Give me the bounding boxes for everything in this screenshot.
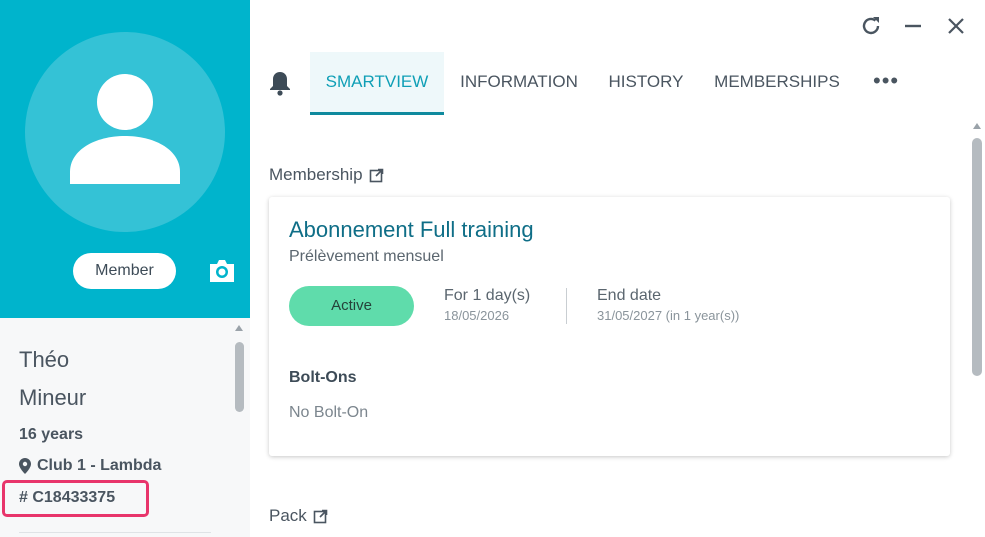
- scroll-up-arrow-icon[interactable]: [973, 123, 981, 129]
- boltons-empty-text: No Bolt-On: [289, 404, 369, 421]
- scroll-up-arrow-icon[interactable]: [235, 325, 243, 331]
- bell-icon[interactable]: [268, 70, 292, 96]
- camera-icon[interactable]: [207, 257, 237, 285]
- tab-smartview[interactable]: SMARTVIEW: [310, 52, 444, 115]
- member-id: # C18433375: [19, 489, 116, 506]
- minimize-icon[interactable]: [901, 14, 925, 38]
- boltons-title: Bolt-Ons: [289, 369, 357, 386]
- user-avatar-icon[interactable]: [25, 32, 225, 232]
- tab-memberships[interactable]: MEMBERSHIPS: [706, 52, 848, 115]
- close-icon[interactable]: [944, 14, 968, 38]
- club-name: Club 1 - Lambda: [37, 457, 162, 474]
- end-date-value: 31/05/2027 (in 1 year(s)): [597, 308, 740, 323]
- plan-subtitle: Prélèvement mensuel: [289, 248, 444, 265]
- main-scrollbar-thumb[interactable]: [972, 138, 982, 376]
- external-link-icon[interactable]: [369, 168, 384, 183]
- period-date: 18/05/2026: [444, 308, 510, 323]
- divider: [19, 532, 211, 533]
- tab-information[interactable]: INFORMATION: [452, 52, 586, 115]
- pack-title: Pack: [269, 506, 307, 525]
- divider: [566, 288, 567, 324]
- membership-title: Membership: [269, 165, 363, 184]
- age-label: 16 years: [19, 426, 84, 443]
- plan-name[interactable]: Abonnement Full training: [289, 217, 534, 243]
- pack-section-title[interactable]: Pack: [269, 506, 328, 526]
- refresh-icon[interactable]: [859, 14, 883, 38]
- period-label: For 1 day(s): [444, 287, 531, 304]
- status-badge: Active: [289, 286, 414, 326]
- membership-section-title[interactable]: Membership: [269, 165, 384, 185]
- member-role-button[interactable]: Member: [73, 253, 176, 289]
- last-name: Mineur: [19, 385, 87, 410]
- club-label: Club 1 - Lambda: [19, 457, 161, 475]
- tab-history[interactable]: HISTORY: [602, 52, 690, 115]
- external-link-icon[interactable]: [313, 509, 328, 524]
- more-options-button[interactable]: •••: [873, 68, 899, 94]
- map-pin-icon: [19, 458, 31, 474]
- first-name: Théo: [19, 347, 70, 372]
- left-scrollbar-thumb[interactable]: [235, 342, 244, 412]
- end-date-label: End date: [597, 287, 662, 304]
